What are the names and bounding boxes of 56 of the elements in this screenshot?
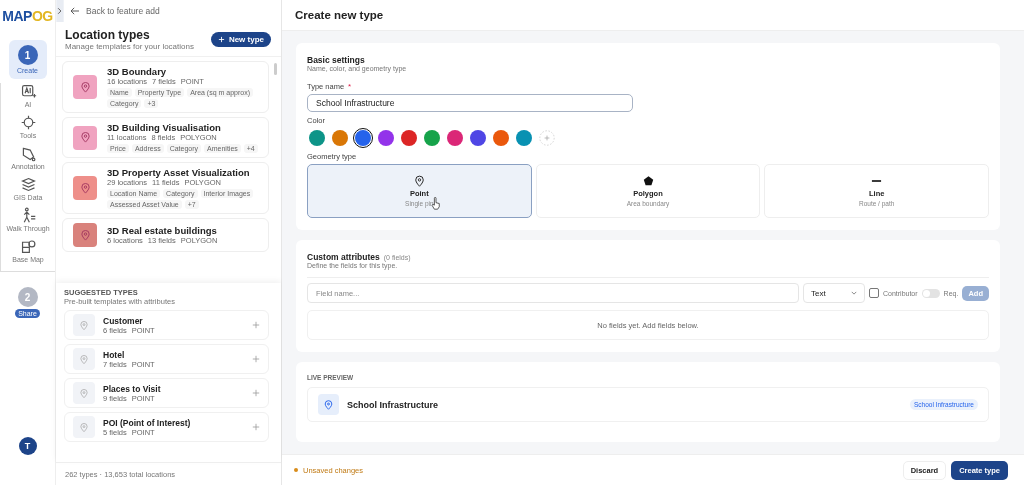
pin-icon	[73, 348, 95, 370]
pin-icon	[73, 314, 95, 336]
type-name: 3D Boundary	[107, 66, 168, 77]
color-swatch[interactable]	[422, 128, 442, 148]
line-icon	[871, 179, 883, 183]
status-dot	[294, 468, 298, 472]
type-name: Hotel	[103, 349, 126, 360]
required-mark: *	[348, 82, 352, 91]
pin-icon	[413, 175, 425, 187]
add-icon[interactable]	[252, 423, 260, 431]
panel-title: Location types	[65, 28, 151, 42]
checkbox[interactable]	[868, 288, 879, 298]
plus-icon	[217, 36, 225, 43]
required-toggle[interactable]	[921, 288, 940, 298]
color-swatch[interactable]	[514, 128, 534, 148]
color-swatch[interactable]	[491, 128, 511, 148]
color-swatch[interactable]	[307, 128, 327, 148]
pin-icon	[73, 416, 95, 438]
color-swatch[interactable]	[330, 128, 350, 148]
color-swatch[interactable]	[353, 128, 373, 148]
page-title: Create new type	[295, 9, 384, 21]
logo: MAPOG	[2, 7, 53, 26]
scrollbar-thumb[interactable]	[274, 63, 277, 75]
pentagon-icon	[642, 175, 654, 187]
color-swatch[interactable]	[376, 128, 396, 148]
add-icon[interactable]	[252, 355, 260, 363]
add-icon[interactable]	[252, 321, 260, 329]
crosshair-icon	[19, 114, 37, 131]
panel-subtitle: Manage templates for your locations	[65, 42, 194, 51]
expand-icon[interactable]	[56, 0, 64, 22]
new-type-button[interactable]: New type	[210, 32, 271, 47]
card-title: Basic settings	[307, 55, 366, 65]
pin-icon	[318, 394, 339, 415]
ai-icon	[19, 83, 37, 100]
type-name: Places to Visit	[103, 383, 162, 394]
user-avatar[interactable]: T	[18, 437, 37, 455]
layers-icon	[19, 176, 37, 193]
color-swatch[interactable]	[468, 128, 488, 148]
color-swatch[interactable]	[445, 128, 465, 148]
chevron-down-icon	[850, 291, 857, 295]
type-name: 3D Building Visualisation	[107, 122, 222, 133]
type-name: 3D Real estate buildings	[107, 225, 218, 236]
card-title: Custom attributes	[307, 252, 380, 262]
add-color-icon[interactable]	[539, 130, 555, 146]
pin-icon	[73, 382, 95, 404]
type-name-input[interactable]: School Infrastructure	[307, 94, 633, 112]
type-name: Customer	[103, 315, 144, 326]
preview-name: School Infrastructure	[347, 399, 438, 410]
back-link[interactable]: Back to feature add	[86, 6, 160, 16]
back-arrow-icon[interactable]	[70, 7, 80, 15]
type-name: 3D Property Asset Visualization	[107, 167, 251, 178]
add-icon[interactable]	[252, 389, 260, 397]
map-icon	[19, 238, 37, 255]
type-name: POI (Point of Interest)	[103, 417, 192, 428]
field-type-select[interactable]: Text	[802, 283, 865, 303]
color-swatch[interactable]	[399, 128, 419, 148]
